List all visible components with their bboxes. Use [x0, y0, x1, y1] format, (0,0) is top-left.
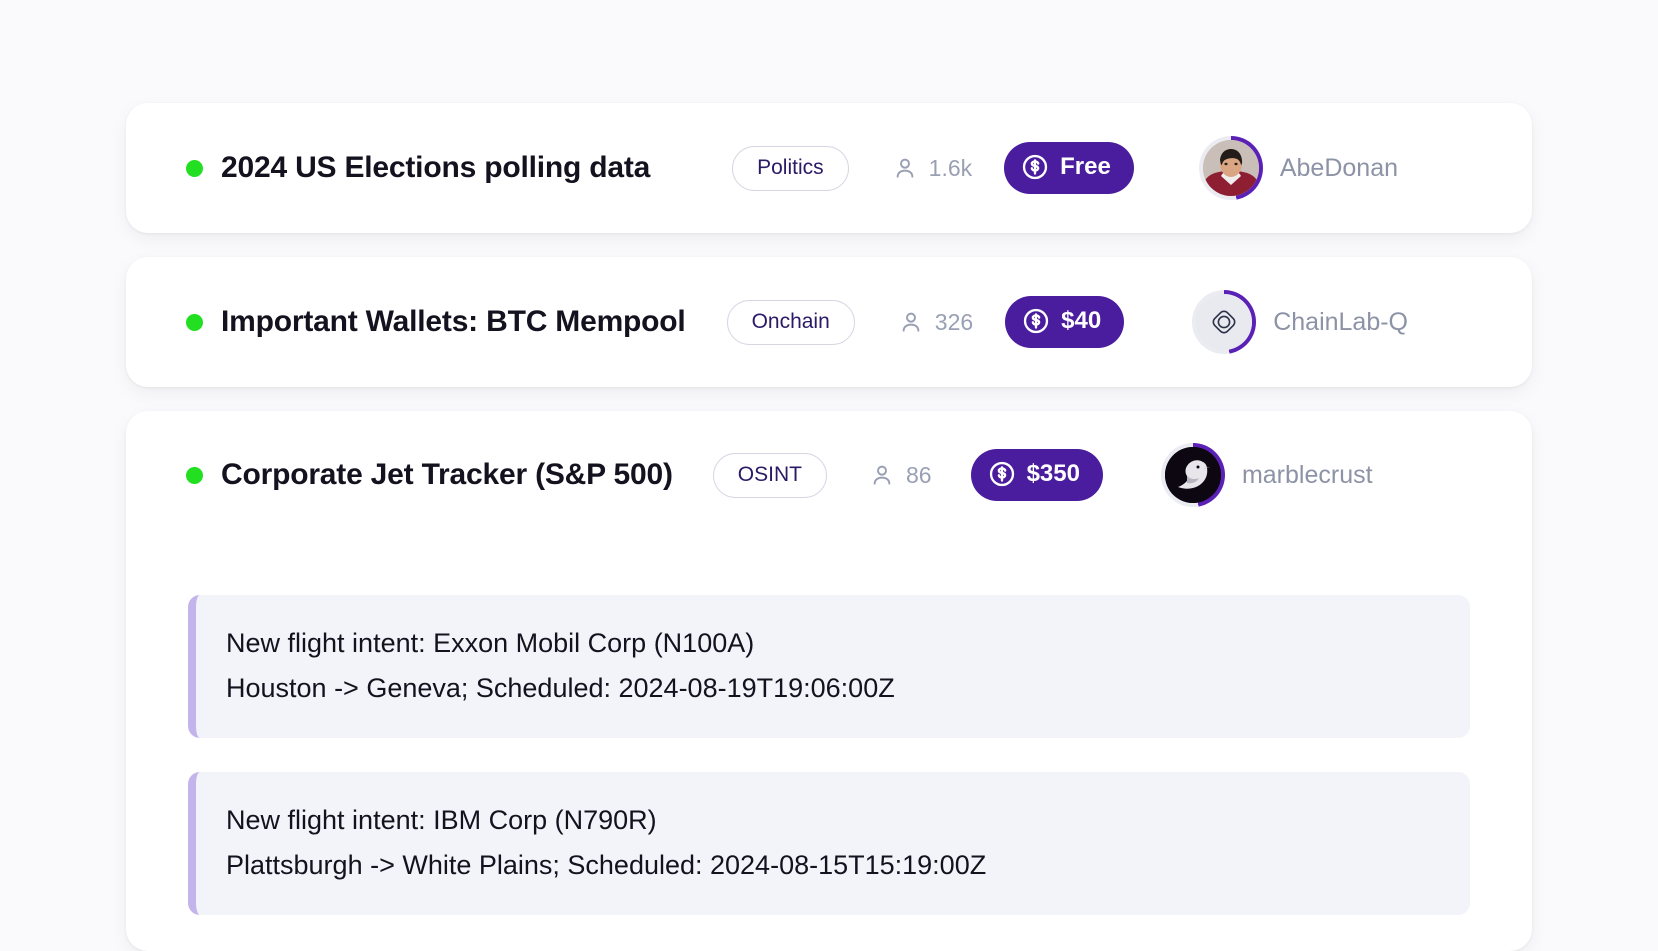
subscriber-count: 1.6k	[892, 155, 972, 182]
author[interactable]: AbeDonan	[1198, 136, 1398, 200]
price-badge[interactable]: $350	[970, 449, 1103, 501]
person-icon	[892, 155, 918, 181]
dollar-coin-icon	[1021, 153, 1049, 181]
message-line: New flight intent: Exxon Mobil Corp (N10…	[226, 628, 755, 658]
category-tag[interactable]: Politics	[732, 145, 849, 191]
status-dot-icon	[186, 159, 203, 177]
channel-card[interactable]: Important Wallets: BTC Mempool Onchain 3…	[126, 257, 1532, 387]
channel-title: 2024 US Elections polling data	[221, 151, 651, 184]
channel-card[interactable]: Corporate Jet Tracker (S&P 500) OSINT 86…	[126, 411, 1532, 951]
price-badge[interactable]: Free	[1004, 142, 1134, 194]
status-dot-icon	[186, 466, 203, 484]
subscriber-count: 326	[898, 309, 973, 336]
avatar-image	[1202, 140, 1259, 196]
subscriber-count-value: 86	[905, 461, 932, 488]
channel-feed-list: 2024 US Elections polling data Politics …	[126, 103, 1532, 951]
message-line: New flight intent: IBM Corp (N790R)	[226, 805, 657, 836]
channel-card[interactable]: 2024 US Elections polling data Politics …	[126, 103, 1532, 233]
price-value: Free	[1060, 153, 1111, 180]
message-item[interactable]: New flight intent: IBM Corp (N790R) Plat…	[188, 772, 1470, 916]
price-badge[interactable]: $40	[1005, 296, 1125, 348]
channel-card-row[interactable]: Corporate Jet Tracker (S&P 500) OSINT 86…	[126, 411, 1532, 539]
status-dot-icon	[186, 313, 203, 331]
channel-card-row[interactable]: 2024 US Elections polling data Politics …	[126, 103, 1532, 233]
channel-title: Important Wallets: BTC Mempool	[221, 305, 686, 338]
price-value: $40	[1061, 307, 1102, 334]
avatar[interactable]	[1198, 136, 1263, 200]
avatar[interactable]	[1160, 443, 1225, 507]
message-line: Houston -> Geneva; Scheduled: 2024-08-19…	[226, 672, 895, 703]
channel-card-row[interactable]: Important Wallets: BTC Mempool Onchain 3…	[126, 257, 1532, 387]
avatar-image	[1196, 294, 1253, 350]
author[interactable]: marblecrust	[1160, 443, 1373, 507]
channel-title: Corporate Jet Tracker (S&P 500)	[221, 458, 673, 491]
author-name: AbeDonan	[1279, 153, 1398, 182]
author-name: marblecrust	[1241, 460, 1373, 489]
category-tag[interactable]: Onchain	[726, 299, 855, 345]
feed-page: 2024 US Elections polling data Politics …	[0, 0, 1658, 951]
avatar[interactable]	[1192, 290, 1257, 354]
message-item[interactable]: New flight intent: Exxon Mobil Corp (N10…	[188, 595, 1470, 739]
price-value: $350	[1026, 460, 1080, 487]
subscriber-count: 86	[869, 462, 932, 489]
subscriber-count-value: 326	[934, 308, 974, 335]
subscriber-count-value: 1.6k	[928, 154, 973, 181]
author-name: ChainLab-Q	[1273, 307, 1409, 336]
dollar-coin-icon	[988, 460, 1016, 488]
message-list: New flight intent: Exxon Mobil Corp (N10…	[126, 595, 1532, 916]
person-icon	[898, 309, 924, 335]
author[interactable]: ChainLab-Q	[1192, 290, 1408, 354]
dollar-coin-icon	[1022, 307, 1050, 335]
message-line: Plattsburgh -> White Plains; Scheduled: …	[226, 849, 987, 880]
avatar-image	[1164, 447, 1221, 503]
category-tag[interactable]: OSINT	[712, 452, 827, 498]
person-icon	[869, 462, 895, 488]
